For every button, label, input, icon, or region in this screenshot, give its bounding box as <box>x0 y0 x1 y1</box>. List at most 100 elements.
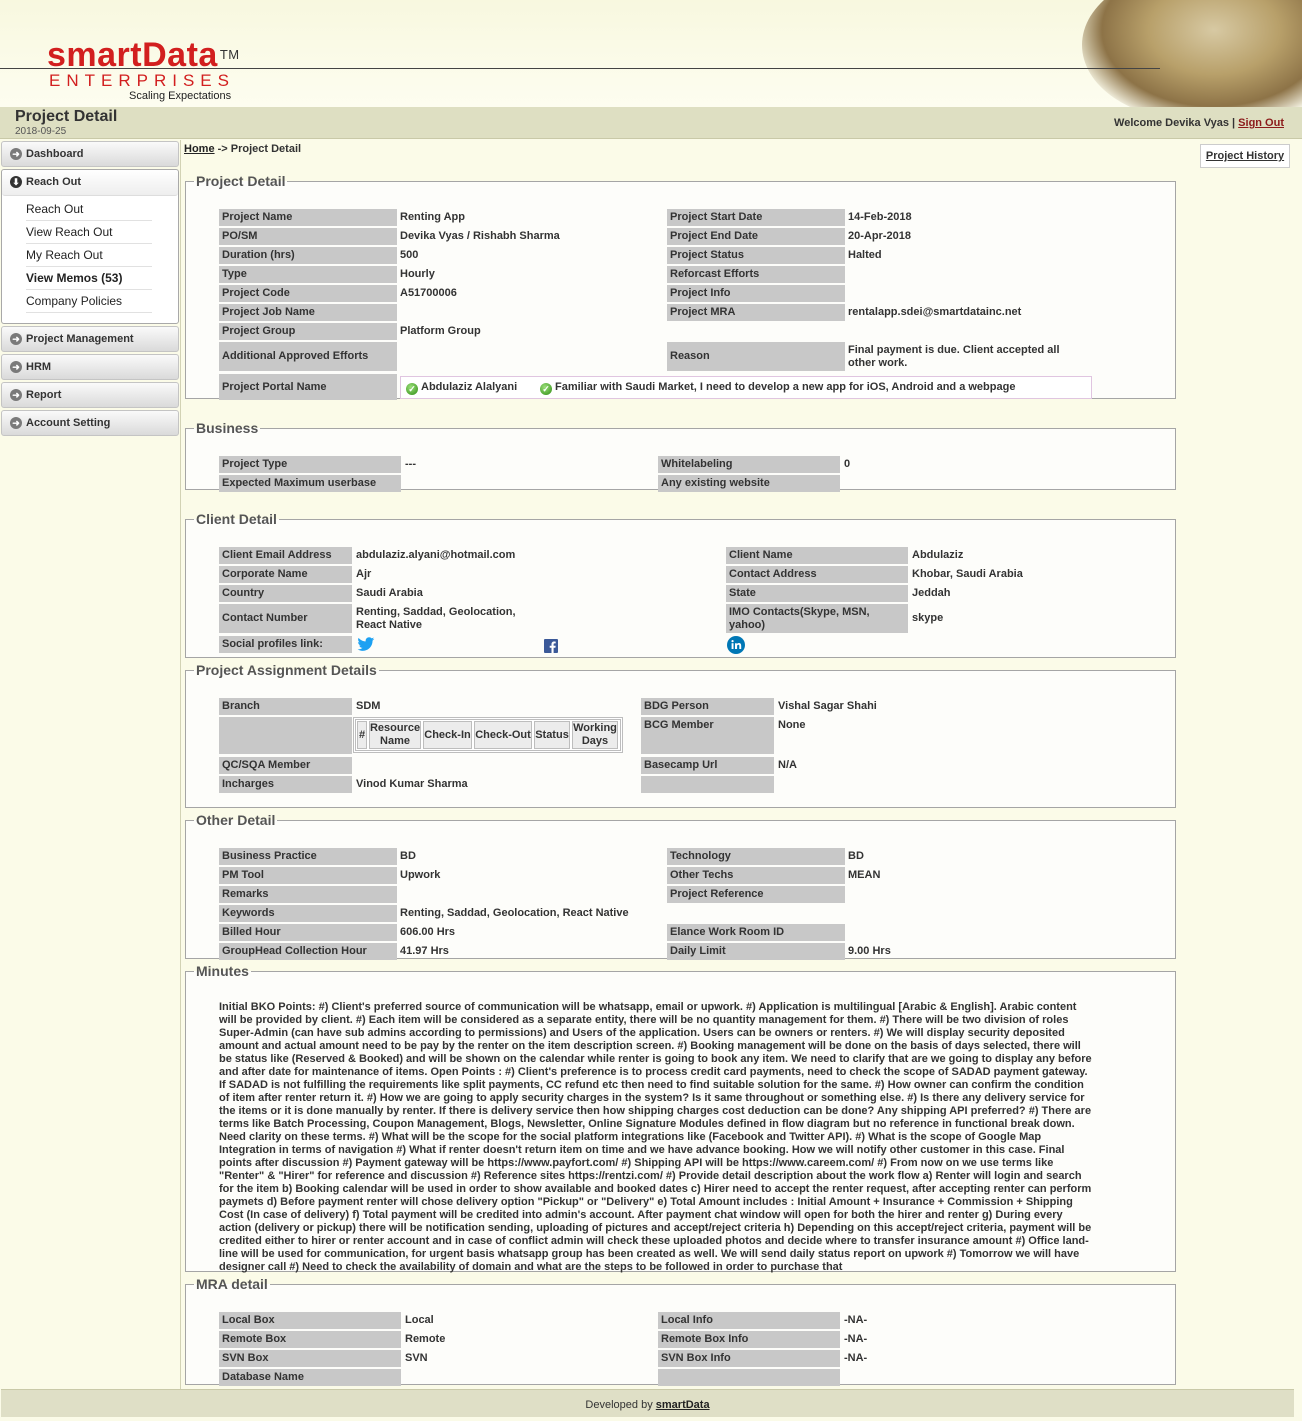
submenu-view-memos[interactable]: View Memos (53) <box>26 267 152 290</box>
field-label: Whitelabeling <box>658 456 840 473</box>
field-label-empty <box>219 717 352 754</box>
field-label: Project Name <box>219 209 397 226</box>
field-label: Project Info <box>667 285 845 302</box>
logo: smartData TM ENTERPRISES Scaling Expectat… <box>47 38 240 102</box>
field-label: Local Box <box>219 1312 401 1329</box>
welcome-area: Welcome Devika Vyas | Sign Out <box>1114 117 1284 129</box>
breadcrumb-home[interactable]: Home <box>184 143 215 155</box>
arrow-right-icon: ➜ <box>10 333 22 345</box>
field-label: Branch <box>219 698 352 715</box>
field-value: 0 <box>844 458 851 470</box>
project-detail-section: Project Detail Project Name Renting App … <box>185 173 1176 400</box>
field-label: QC/SQA Member <box>219 757 352 774</box>
sign-out-link[interactable]: Sign Out <box>1238 117 1284 129</box>
minutes-text: Initial BKO Points: #) Client's preferre… <box>219 1001 1092 1273</box>
reach-out-submenu: Reach Out View Reach Out My Reach Out Vi… <box>2 196 178 323</box>
page-date: 2018-09-25 <box>15 126 67 137</box>
field-value: Platform Group <box>400 325 481 337</box>
field-label: Project Portal Name <box>219 374 397 400</box>
mra-detail-section: MRA detail Local Box Local Local Info -N… <box>185 1277 1176 1386</box>
sidebar: ➜ Dashboard ⬇ Reach Out Reach Out View Rea… <box>0 140 181 1389</box>
field-label: Project Job Name <box>219 304 397 321</box>
field-value: BD <box>848 850 864 862</box>
submenu-view-reach-out[interactable]: View Reach Out <box>26 221 152 244</box>
assignment-section: Project Assignment Details Branch SDM # … <box>185 663 1176 808</box>
submenu-my-reach-out[interactable]: My Reach Out <box>26 244 152 267</box>
field-label: Any existing website <box>658 475 840 492</box>
menu-reach-out[interactable]: ⬇ Reach Out <box>2 170 178 196</box>
footer-link[interactable]: smartData <box>656 1399 710 1411</box>
field-label: State <box>726 585 908 602</box>
check-icon: ✓ <box>406 383 418 395</box>
client-detail-section: Client Detail Client Email Address abdul… <box>185 512 1176 658</box>
field-value: Renting, Saddad, Geolocation, React Nati… <box>356 605 516 631</box>
field-label: Client Email Address <box>219 547 352 564</box>
submenu-company-policies[interactable]: Company Policies <box>26 290 152 313</box>
field-label: Social profiles link: <box>219 636 352 653</box>
field-value: --- <box>405 458 416 470</box>
field-label: Remote Box <box>219 1331 401 1348</box>
logo-tm: TM <box>219 47 240 62</box>
section-legend: Minutes <box>196 963 249 979</box>
field-value: Halted <box>848 249 882 261</box>
field-value: SDM <box>356 700 381 712</box>
field-label: Database Name <box>219 1369 401 1386</box>
business-section: Business Project Type --- Whitelabeling … <box>185 420 1176 492</box>
linkedin-icon[interactable] <box>727 636 745 654</box>
field-value: Devika Vyas / Rishabh Sharma <box>400 230 560 242</box>
menu-dashboard-label: Dashboard <box>26 148 84 160</box>
field-value: skype <box>912 612 944 624</box>
field-label: Billed Hour <box>219 924 397 941</box>
field-label: SVN Box <box>219 1350 401 1367</box>
field-label: Remarks <box>219 886 397 903</box>
field-label: Local Info <box>658 1312 840 1329</box>
field-label: Expected Maximum userbase <box>219 475 401 492</box>
section-legend: Project Detail <box>196 173 286 189</box>
field-value: Renting, Saddad, Geolocation, React Nati… <box>400 907 629 919</box>
field-label: Elance Work Room ID <box>667 924 845 941</box>
logo-enterprises: ENTERPRISES <box>49 71 235 90</box>
breadcrumb-current: Project Detail <box>230 143 302 155</box>
menu-hrm[interactable]: ➜ HRM <box>1 354 179 380</box>
check-icon: ✓ <box>540 383 552 395</box>
facebook-icon[interactable] <box>544 639 558 653</box>
field-value: N/A <box>778 759 797 771</box>
project-history-link[interactable]: Project History <box>1206 150 1284 162</box>
arrow-right-icon: ➜ <box>10 361 22 373</box>
field-label: Project Code <box>219 285 397 302</box>
table-header: Check-Out <box>474 721 532 749</box>
table-header: # <box>357 721 367 749</box>
field-value: 500 <box>400 249 419 261</box>
footer-text: Developed by <box>585 1399 653 1411</box>
field-value: MEAN <box>848 869 881 881</box>
breadcrumb-sep: -> <box>214 143 231 155</box>
field-value: -NA- <box>844 1352 868 1364</box>
field-value: Renting App <box>400 211 465 223</box>
globe-image <box>1082 0 1302 107</box>
field-value: None <box>778 719 806 731</box>
menu-report[interactable]: ➜ Report <box>1 382 179 408</box>
menu-project-management[interactable]: ➜ Project Management <box>1 326 179 352</box>
field-label: Other Techs <box>667 867 845 884</box>
section-legend: Project Assignment Details <box>196 662 377 678</box>
field-label: Duration (hrs) <box>219 247 397 264</box>
section-legend: Business <box>196 420 259 436</box>
field-label: Contact Number <box>219 604 352 633</box>
twitter-icon[interactable] <box>357 637 375 652</box>
field-label-empty <box>658 1369 840 1386</box>
portal-entry: ✓ Abdulaziz Alalyani <box>406 379 517 396</box>
field-label: Project Group <box>219 323 397 340</box>
portal-box: ✓ Abdulaziz Alalyani ✓ Familiar with Saudi… <box>400 376 1092 399</box>
page-title: Project Detail <box>15 108 118 125</box>
menu-dashboard[interactable]: ➜ Dashboard <box>1 141 179 167</box>
field-value: abdulaziz.alyani@hotmail.com <box>356 549 516 561</box>
submenu-reach-out[interactable]: Reach Out <box>26 198 152 221</box>
main-content: Home -> Project Detail Project History P… <box>182 140 1302 1389</box>
field-value: Remote <box>405 1333 446 1345</box>
field-label: SVN Box Info <box>658 1350 840 1367</box>
menu-account-setting[interactable]: ➜ Account Setting <box>1 410 179 436</box>
other-detail-section: Other Detail Business Practice BD PM Too… <box>185 813 1176 960</box>
field-label: Daily Limit <box>667 943 845 960</box>
arrow-right-icon: ➜ <box>10 389 22 401</box>
field-label: GroupHead Collection Hour <box>219 943 397 960</box>
